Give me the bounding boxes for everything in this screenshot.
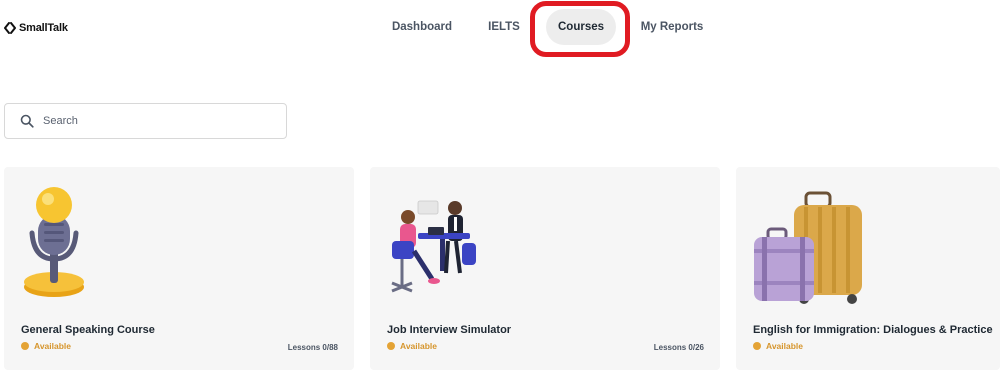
search-input[interactable]: [43, 115, 263, 127]
status-text: Available: [34, 341, 72, 351]
course-title: Job Interview Simulator: [387, 324, 512, 336]
top-nav: Dashboard IELTS Courses My Reports: [0, 9, 1000, 45]
microphone-icon: [24, 187, 84, 297]
status-badge: Available: [21, 341, 71, 351]
course-title: General Speaking Course: [21, 324, 155, 336]
course-card-general-speaking[interactable]: General Speaking Course Available Lesson…: [4, 167, 354, 370]
lessons-count: Lessons 0/88: [287, 343, 338, 352]
nav-dashboard[interactable]: Dashboard: [384, 9, 460, 45]
status-badge: Available: [387, 341, 437, 351]
search-icon: [20, 114, 34, 128]
status-text: Available: [400, 341, 438, 351]
status-dot-icon: [387, 342, 395, 350]
status-dot-icon: [21, 342, 29, 350]
nav-my-reports[interactable]: My Reports: [636, 9, 708, 45]
lessons-count: Lessons 0/26: [653, 343, 704, 352]
course-title: English for Immigration: Dialogues & Pra…: [753, 324, 993, 336]
course-card-job-interview[interactable]: Job Interview Simulator Available Lesson…: [370, 167, 720, 370]
status-text: Available: [766, 341, 804, 351]
status-badge: Available: [753, 341, 803, 351]
interview-illustration: [391, 200, 476, 293]
status-dot-icon: [753, 342, 761, 350]
course-card-english-immigration[interactable]: English for Immigration: Dialogues & Pra…: [736, 167, 1000, 370]
nav-ielts[interactable]: IELTS: [480, 9, 528, 45]
suitcases-illustration: [754, 191, 862, 304]
nav-courses[interactable]: Courses: [546, 9, 616, 45]
search-box[interactable]: [4, 103, 287, 139]
